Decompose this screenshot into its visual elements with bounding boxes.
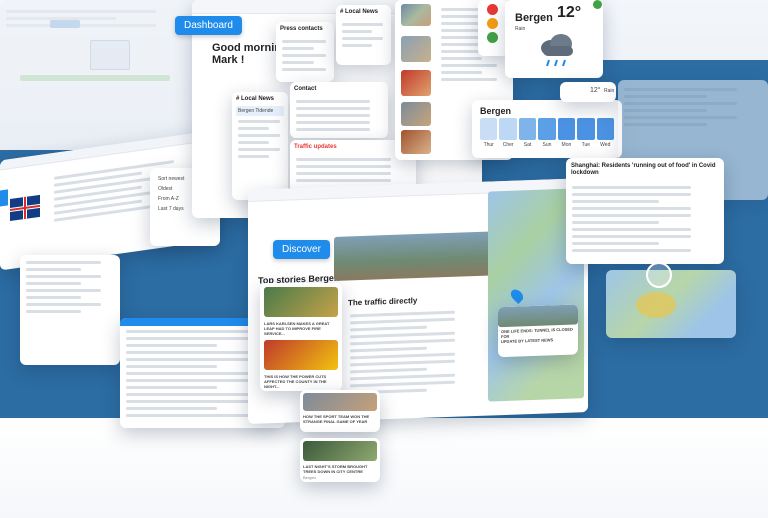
forecast-day-tue: Tue [577, 118, 595, 152]
contact-card: Contact [290, 82, 388, 138]
forecast-condition: Rain [604, 88, 615, 94]
weather-temp: 12° [557, 4, 582, 21]
red-dot [487, 4, 498, 15]
map-zoom-control[interactable] [646, 262, 672, 288]
story-caption-3[interactable]: HOW THE SPORT TEAM WON THE STRANGE FINAL… [300, 414, 380, 424]
local-news-card-top: # Local News [336, 5, 391, 65]
press-contacts-card: Press contacts [276, 22, 334, 82]
story-card-4: LAST NIGHT'S STORM BROUGHT TREES DOWN IN… [300, 438, 380, 482]
map-pin-icon[interactable] [508, 287, 526, 304]
story-caption-1[interactable]: LARS KARLSEN MAKES A GREAT LEAP HAD TO I… [260, 321, 342, 336]
map-popup[interactable]: ONE LIFE ENDS: TUNNEL IS CLOSED FOR UPDA… [498, 304, 578, 358]
forecast-day-cher: Cher [499, 118, 517, 152]
forecast-bars: Thur Cher Sat Sun Mon Tue Wed [480, 118, 616, 152]
story-caption-4[interactable]: LAST NIGHT'S STORM BROUGHT TREES DOWN IN… [300, 464, 380, 474]
forecast-day-label: Thur [483, 142, 494, 148]
background-window-left [0, 0, 200, 120]
tunnel-hero-image [334, 231, 494, 281]
article-title: The traffic directly [348, 296, 418, 308]
discover-badge: Discover [273, 240, 330, 259]
forecast-bar [499, 118, 517, 140]
forecast-day-label: Sat [523, 142, 532, 148]
uk-flag-image [10, 194, 40, 222]
weather-card-large: Bergen 12° Rain [505, 0, 603, 78]
forecast-day-mon: Mon [557, 118, 576, 152]
local-news-card-left: # Local News Bergen Tidende [232, 92, 288, 200]
news-column-cards [20, 255, 120, 365]
forecast-day-thur: Thur [480, 118, 498, 152]
forecast-bar [518, 118, 537, 140]
shanghai-headline[interactable]: Shanghai: Residents 'running out of food… [566, 158, 724, 182]
story-card-3: HOW THE SPORT TEAM WON THE STRANGE FINAL… [300, 390, 380, 432]
weather-forecast-card: Bergen Thur Cher Sat Sun Mon Tue Wed [472, 100, 622, 158]
overview-map[interactable] [606, 270, 736, 338]
forecast-bar [538, 118, 556, 140]
forecast-city: Bergen [480, 106, 512, 116]
forecast-header: 12° Rain [560, 82, 616, 102]
red-status-dot [105, 285, 114, 294]
orange-dot [487, 18, 498, 29]
weather-add-button[interactable] [593, 0, 602, 9]
forecast-day-label: Sun [542, 142, 552, 148]
story-card-column: LARS KARLSEN MAKES A GREAT LEAP HAD TO I… [260, 283, 342, 391]
rain-cloud-icon [537, 32, 577, 75]
forecast-day-label: Cher [502, 142, 514, 148]
marketing-collage: Sort newest Oldest From A-Z Last 7 days … [0, 0, 768, 518]
contact-title: Contact [294, 86, 317, 92]
weather-city: Bergen [515, 12, 553, 24]
forecast-day-label: Tue [581, 142, 591, 148]
forecast-bar [596, 118, 614, 140]
map-popup-caption: ONE LIFE ENDS: TUNNEL IS CLOSED FOR UPDA… [501, 326, 573, 345]
dashboard-badge: Dashboard [175, 16, 242, 35]
forecast-day-wed: Wed [596, 118, 614, 152]
forecast-day-sun: Sun [538, 118, 556, 152]
forecast-bar [480, 118, 498, 140]
background-bottom [0, 418, 768, 518]
shanghai-article-panel: Shanghai: Residents 'running out of food… [566, 158, 724, 264]
forecast-bar [577, 118, 595, 140]
green-dot [487, 32, 498, 43]
forecast-temp: 12° [590, 87, 601, 94]
local-news-title-left: # Local News [236, 96, 275, 102]
forecast-day-label: Mon [561, 142, 572, 148]
forecast-day-label: Wed [600, 142, 611, 148]
press-contacts-title: Press contacts [280, 26, 323, 32]
bergen-tidende-badge[interactable]: Bergen Tidende [236, 106, 284, 116]
status-dots-panel [478, 0, 508, 56]
weather-condition: Rain [515, 26, 526, 32]
story-source: Bergen [303, 475, 316, 480]
forecast-day-sat: Sat [518, 118, 537, 152]
story-caption-2[interactable]: THIS IS HOW THE POWER CUTS AFFECTED THE … [260, 374, 342, 389]
local-news-title-top: # Local News [340, 9, 379, 15]
forecast-bar [557, 118, 576, 140]
